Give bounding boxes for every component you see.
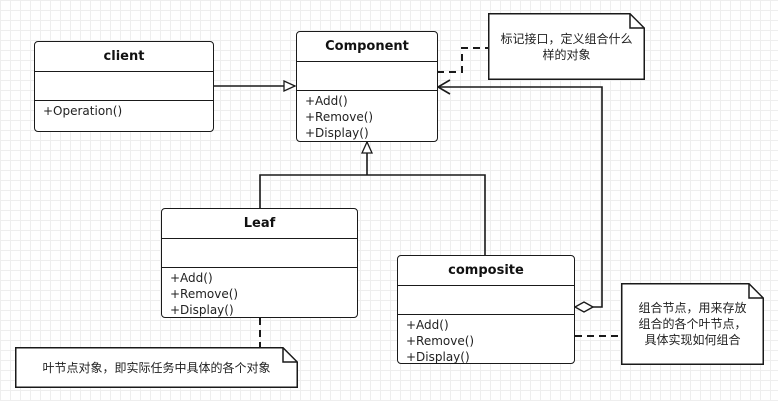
note-anchor-component xyxy=(437,47,488,73)
operation: +Add() xyxy=(406,318,449,332)
class-leaf-attributes xyxy=(162,239,357,268)
note-composite[interactable]: 组合节点，用来存放组合的各个叶节点，具体实现如何组合 xyxy=(621,283,764,365)
generalization-leaf xyxy=(259,174,367,209)
generalization-composite xyxy=(367,174,486,256)
operation: +Remove() xyxy=(406,334,475,348)
class-client-operations: +Operation() xyxy=(35,101,213,121)
class-client-attributes xyxy=(35,72,213,101)
class-composite[interactable]: composite +Add() +Remove() +Display() xyxy=(397,255,575,364)
operation: +Display() xyxy=(305,126,369,140)
operation: +Display() xyxy=(406,350,470,364)
class-composite-name: composite xyxy=(398,256,574,286)
operation: +Remove() xyxy=(305,110,374,124)
operation: +Remove() xyxy=(170,287,239,301)
class-client[interactable]: client +Operation() xyxy=(34,41,214,132)
operation: +Display() xyxy=(170,303,234,317)
class-component[interactable]: Component +Add() +Remove() +Display() xyxy=(296,31,438,142)
note-component[interactable]: 标记接口，定义组合什么样的对象 xyxy=(488,13,645,80)
class-component-attributes xyxy=(297,62,437,91)
class-leaf-name: Leaf xyxy=(162,209,357,239)
operation: +Add() xyxy=(170,271,213,285)
operation: +Add() xyxy=(305,94,348,108)
note-component-text: 标记接口，定义组合什么样的对象 xyxy=(500,31,633,62)
class-composite-operations: +Add() +Remove() +Display() xyxy=(398,315,574,364)
uml-class-diagram: client +Operation() Component +Add() +Re… xyxy=(0,0,778,401)
class-component-name: Component xyxy=(297,32,437,62)
class-composite-attributes xyxy=(398,286,574,315)
class-leaf-operations: +Add() +Remove() +Display() xyxy=(162,268,357,317)
class-leaf[interactable]: Leaf +Add() +Remove() +Display() xyxy=(161,208,358,318)
note-leaf-text: 叶节点对象，即实际任务中具体的各个对象 xyxy=(42,360,271,375)
class-client-name: client xyxy=(35,42,213,72)
class-component-operations: +Add() +Remove() +Display() xyxy=(297,91,437,141)
operation: +Operation() xyxy=(43,104,123,118)
aggregation-diamond xyxy=(573,301,595,313)
note-leaf[interactable]: 叶节点对象，即实际任务中具体的各个对象 xyxy=(15,347,298,388)
note-composite-text: 组合节点，用来存放组合的各个叶节点，具体实现如何组合 xyxy=(638,301,747,347)
